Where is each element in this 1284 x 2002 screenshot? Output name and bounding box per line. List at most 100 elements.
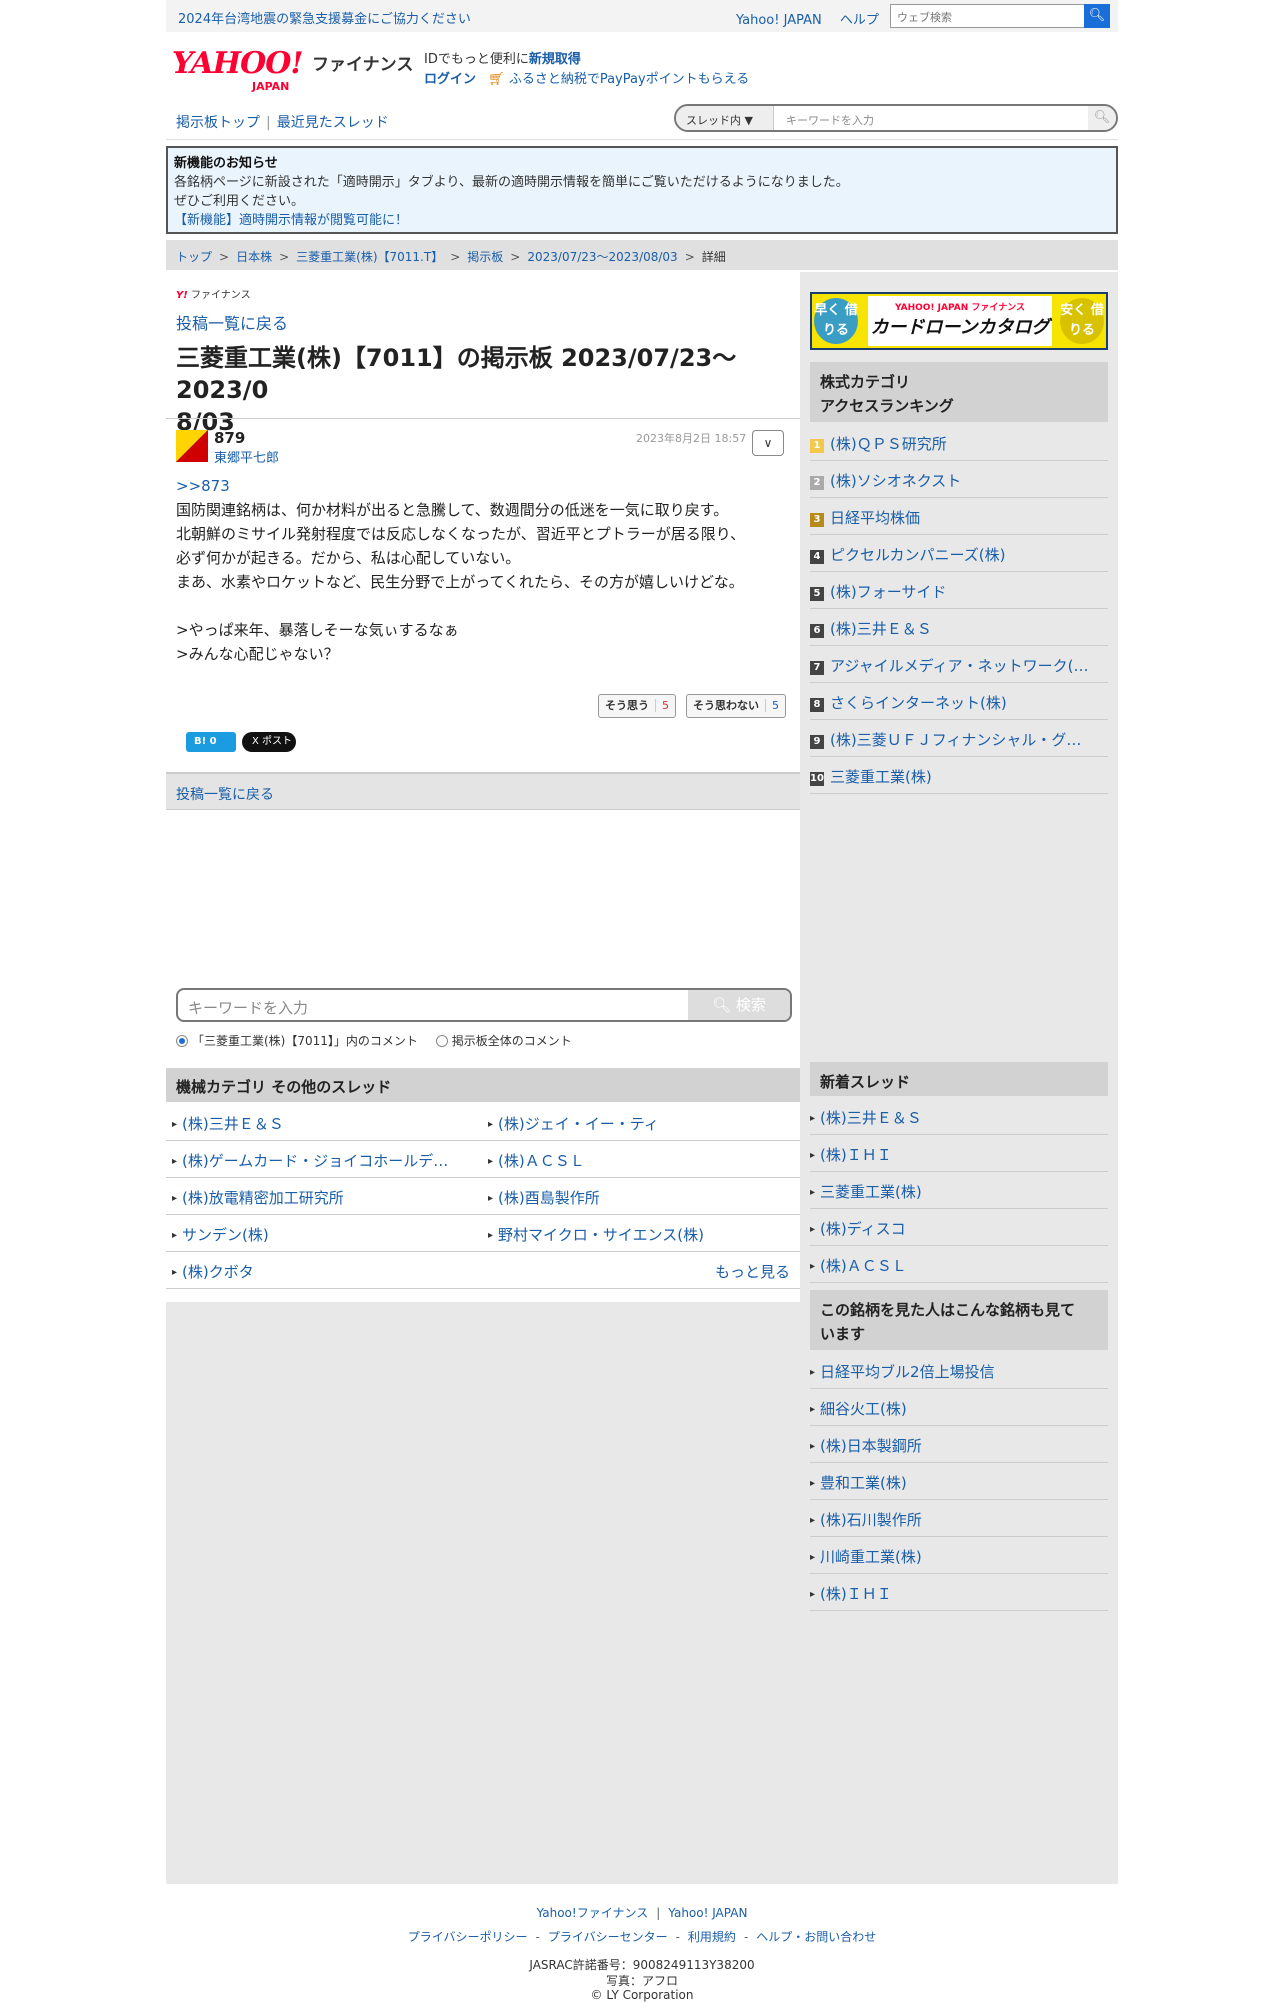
comment-search: キーワードを入力 🔍︎ 検索 — [176, 988, 792, 1022]
list-item[interactable]: (株)石川製作所 — [810, 1500, 1108, 1537]
footer-finance-link[interactable]: Yahoo!ファイナンス — [537, 1906, 649, 1920]
breadcrumb-top[interactable]: トップ — [176, 250, 212, 264]
search-icon: 🔍︎ — [712, 996, 732, 1014]
breadcrumb-stock[interactable]: 三菱重工業(株)【7011.T】 — [296, 250, 443, 264]
board-top-link[interactable]: 掲示板トップ — [176, 115, 260, 131]
disagree-button[interactable]: そう思わない 5 — [686, 694, 786, 718]
notice-title: 新機能のお知らせ — [174, 156, 278, 171]
list-item[interactable]: 細谷火工(株) — [810, 1389, 1108, 1426]
reply-reference-link[interactable]: >>873 — [176, 474, 786, 498]
board-nav: 掲示板トップ | 最近見たスレッド スレッド内 ▼ キーワードを入力 🔍︎ — [166, 100, 1118, 140]
top-bar: 2024年台湾地震の緊急支援募金にご協力ください Yahoo! JAPAN ヘル… — [166, 0, 1118, 32]
rank-badge: 3 — [810, 513, 824, 527]
yahoo-japan-link[interactable]: Yahoo! JAPAN — [736, 13, 822, 28]
post-number: 879 — [214, 429, 246, 447]
post-date: 2023年8月2日 18:57 — [636, 432, 747, 445]
hatena-bookmark-button[interactable]: B! 0 — [186, 732, 236, 752]
table-row: サンデン(株) 野村マイクロ・サイエンス(株) — [166, 1215, 800, 1252]
terms-link[interactable]: 利用規約 — [688, 1930, 736, 1944]
post-author[interactable]: 東郷平七郎 — [214, 447, 279, 466]
ranking-item[interactable]: 1 (株)ＱＰＳ研究所 — [810, 424, 1108, 461]
ranking-item[interactable]: 5 (株)フォーサイド — [810, 572, 1108, 609]
x-share-button[interactable]: X ポスト — [242, 732, 296, 752]
avatar[interactable] — [176, 430, 208, 462]
rank-badge: 2 — [810, 476, 824, 490]
agree-button[interactable]: そう思う 5 — [598, 694, 676, 718]
finance-logo-text[interactable]: ファイナンス — [312, 50, 413, 75]
search-scope-select[interactable]: スレッド内 ▼ — [676, 106, 774, 130]
comment-search-button[interactable]: 🔍︎ 検索 — [688, 990, 790, 1020]
list-item[interactable]: 川崎重工業(株) — [810, 1537, 1108, 1574]
list-item[interactable]: 野村マイクロ・サイエンス(株) — [488, 1224, 788, 1245]
yahoo-logo[interactable]: YAHOO! — [172, 46, 304, 81]
list-item[interactable]: 日経平均ブル2倍上場投信 — [810, 1352, 1108, 1389]
list-item[interactable]: (株)クボタ — [172, 1261, 472, 1282]
ranking-item[interactable]: 9 (株)三菱ＵＦＪフィナンシャル・グ… — [810, 720, 1108, 757]
breadcrumb-period[interactable]: 2023/07/23〜2023/08/03 — [527, 250, 677, 264]
list-item[interactable]: (株)酉島製作所 — [488, 1187, 788, 1208]
post-line: >みんな心配じゃない？ — [176, 645, 339, 663]
privacy-policy-link[interactable]: プライバシーポリシー — [408, 1930, 528, 1944]
furusato-promo-link[interactable]: ふるさと納税でPayPayポイントもらえる — [509, 72, 749, 87]
help-link[interactable]: ヘルプ — [840, 13, 879, 28]
table-row: (株)ゲームカード・ジョイコホールデ… (株)ＡＣＳＬ — [166, 1141, 800, 1178]
ranking-item[interactable]: 10 三菱重工業(株) — [810, 757, 1108, 794]
board-search-input[interactable]: キーワードを入力 — [786, 112, 874, 128]
privacy-center-link[interactable]: プライバシーセンター — [548, 1930, 668, 1944]
disagree-count: 5 — [765, 699, 779, 712]
card-loan-banner[interactable]: 早く 借りる YAHOO! JAPAN ファイナンス カードローンカタログ 安く… — [810, 292, 1108, 350]
list-item[interactable]: (株)ジェイ・イー・ティ — [488, 1113, 788, 1134]
radio-all-board[interactable]: 掲示板全体のコメント — [435, 1032, 572, 1049]
ranking-item[interactable]: 2 (株)ソシオネクスト — [810, 461, 1108, 498]
earthquake-donation-link[interactable]: 2024年台湾地震の緊急支援募金にご協力ください — [178, 8, 471, 27]
back-to-list-link[interactable]: 投稿一覧に戻る — [176, 310, 288, 334]
more-threads-link[interactable]: もっと見る — [715, 1261, 790, 1282]
list-item[interactable]: (株)三井Ｅ＆Ｓ — [810, 1098, 1108, 1135]
rank-badge: 9 — [810, 735, 824, 749]
ranking-item[interactable]: 3 日経平均株価 — [810, 498, 1108, 535]
radio-this-stock[interactable]: 「三菱重工業(株)【7011】」内のコメント — [176, 1032, 418, 1049]
list-item[interactable]: (株)三井Ｅ＆Ｓ — [172, 1113, 472, 1134]
banner-center: YAHOO! JAPAN ファイナンス カードローンカタログ — [868, 296, 1052, 346]
list-item[interactable]: (株)ディスコ — [810, 1209, 1108, 1246]
search-icon[interactable]: 🔍︎ — [1088, 106, 1116, 130]
comment-search-input[interactable]: キーワードを入力 — [188, 997, 308, 1018]
list-item[interactable]: (株)放電精密加工研究所 — [172, 1187, 472, 1208]
ranking-item[interactable]: 7 アジャイルメディア・ネットワーク(… — [810, 646, 1108, 683]
ranking-heading: 株式カテゴリ アクセスランキング — [810, 362, 1108, 422]
jasrac-number: JASRAC許諾番号：9008249113Y38200 — [529, 1958, 755, 1972]
ranking-item[interactable]: 4 ピクセルカンパニーズ(株) — [810, 535, 1108, 572]
notice-link[interactable]: 【新機能】適時開示情報が閲覧可能に！ — [174, 213, 408, 228]
sidebar: 早く 借りる YAHOO! JAPAN ファイナンス カードローンカタログ 安く… — [800, 272, 1118, 1884]
back-to-list-link-bottom[interactable]: 投稿一覧に戻る — [176, 787, 274, 803]
list-item[interactable]: 三菱重工業(株) — [810, 1172, 1108, 1209]
chevron-down-icon[interactable]: ∨ — [752, 430, 784, 456]
list-item[interactable]: (株)ＩＨＩ — [810, 1574, 1108, 1611]
breadcrumb-board[interactable]: 掲示板 — [467, 250, 503, 264]
search-scope-label: スレッド内 — [686, 114, 741, 127]
post-line: >やっぱ来年、暴落しそーな気ぃするなぁ — [176, 621, 459, 639]
list-item[interactable]: (株)ゲームカード・ジョイコホールデ… — [172, 1150, 472, 1171]
list-item[interactable]: サンデン(株) — [172, 1224, 472, 1245]
help-contact-link[interactable]: ヘルプ・お問い合わせ — [756, 1930, 876, 1944]
ranking-item[interactable]: 6 (株)三井Ｅ＆Ｓ — [810, 609, 1108, 646]
table-row: (株)三井Ｅ＆Ｓ (株)ジェイ・イー・ティ — [166, 1104, 800, 1141]
breadcrumb-japan-stocks[interactable]: 日本株 — [236, 250, 272, 264]
list-item[interactable]: (株)ＩＨＩ — [810, 1135, 1108, 1172]
table-row: (株)放電精密加工研究所 (株)酉島製作所 — [166, 1178, 800, 1215]
title-divider — [166, 418, 800, 419]
photo-credit: 写真：アフロ — [605, 1974, 678, 1988]
login-link[interactable]: ログイン — [424, 72, 476, 87]
footer-yahoo-link[interactable]: Yahoo! JAPAN — [668, 1906, 747, 1920]
ranking-item[interactable]: 8 さくらインターネット(株) — [810, 683, 1108, 720]
web-search-input[interactable]: ウェブ検索 — [890, 4, 1086, 28]
list-item[interactable]: (株)ＡＣＳＬ — [810, 1246, 1108, 1283]
rank-badge: 8 — [810, 698, 824, 712]
list-item[interactable]: (株)ＡＣＳＬ — [488, 1150, 788, 1171]
list-item[interactable]: 豊和工業(株) — [810, 1463, 1108, 1500]
search-icon[interactable]: 🔍︎ — [1084, 4, 1110, 28]
signup-link[interactable]: 新規取得 — [529, 52, 581, 67]
list-item[interactable]: (株)日本製鋼所 — [810, 1426, 1108, 1463]
recent-threads-link[interactable]: 最近見たスレッド — [277, 115, 389, 131]
board-nav-links: 掲示板トップ | 最近見たスレッド — [176, 115, 389, 131]
